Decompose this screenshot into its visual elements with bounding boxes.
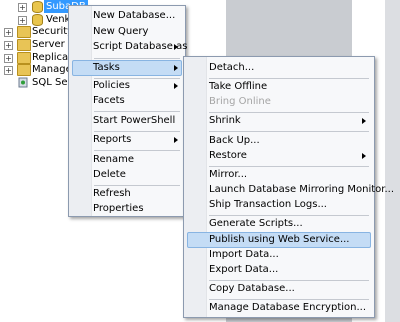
- menu-item-back-up[interactable]: Back Up...: [187, 133, 371, 149]
- database-context-menu: New Database... New Query Script Databas…: [68, 5, 187, 217]
- menu-item-label: Generate Scripts...: [209, 218, 303, 229]
- menu-item-label: Restore: [209, 150, 247, 161]
- menu-item-label: Policies: [93, 80, 130, 91]
- menu-item-label: Take Offline: [209, 81, 268, 92]
- menu-item-label: Export Data...: [209, 264, 279, 275]
- tree-node-label[interactable]: Security: [32, 25, 73, 38]
- menu-item-copy-database[interactable]: Copy Database...: [187, 281, 371, 297]
- menu-separator: [94, 150, 180, 151]
- menu-item-reports[interactable]: Reports: [72, 132, 182, 148]
- menu-item-label: Tasks: [93, 62, 120, 73]
- menu-item-label: Reports: [93, 134, 132, 145]
- menu-item-export-data[interactable]: Export Data...: [187, 262, 371, 278]
- menu-item-refresh[interactable]: Refresh: [72, 186, 182, 202]
- menu-separator: [209, 131, 369, 132]
- submenu-arrow-icon: [362, 118, 366, 124]
- menu-item-policies[interactable]: Policies: [72, 78, 182, 94]
- menu-item-restore[interactable]: Restore: [187, 148, 371, 164]
- menu-item-label: Bring Online: [209, 96, 271, 107]
- menu-item-manage-database-encryption[interactable]: Manage Database Encryption...: [187, 300, 371, 316]
- menu-item-label: New Database...: [93, 10, 176, 21]
- expand-icon[interactable]: +: [18, 3, 27, 12]
- expand-icon[interactable]: +: [4, 66, 13, 75]
- menu-item-import-data[interactable]: Import Data...: [187, 247, 371, 263]
- menu-item-label: Manage Database Encryption...: [209, 302, 367, 313]
- menu-item-bring-online: Bring Online: [187, 94, 371, 110]
- menu-item-delete[interactable]: Delete: [72, 167, 182, 183]
- menu-item-ship-transaction-logs[interactable]: Ship Transaction Logs...: [187, 197, 371, 213]
- submenu-arrow-icon: [362, 153, 366, 159]
- folder-icon: [17, 26, 31, 38]
- menu-item-publish-using-web-service[interactable]: Publish using Web Service...: [187, 232, 371, 248]
- menu-item-start-powershell[interactable]: Start PowerShell: [72, 113, 182, 129]
- expand-icon[interactable]: +: [4, 41, 13, 50]
- menu-item-label: Rename: [93, 154, 135, 165]
- menu-item-label: Start PowerShell: [93, 115, 176, 126]
- menu-item-label: Delete: [93, 169, 126, 180]
- database-icon: [32, 1, 43, 13]
- menu-item-label: Shrink: [209, 115, 241, 126]
- submenu-arrow-icon: [174, 137, 178, 143]
- menu-item-script-database-as[interactable]: Script Database as: [72, 39, 187, 55]
- expand-icon[interactable]: +: [18, 16, 27, 25]
- menu-item-label: Import Data...: [209, 249, 279, 260]
- menu-item-facets[interactable]: Facets: [72, 93, 182, 109]
- menu-separator: [94, 111, 180, 112]
- menu-item-new-database[interactable]: New Database...: [72, 8, 182, 24]
- menu-item-rename[interactable]: Rename: [72, 152, 182, 168]
- menu-item-new-query[interactable]: New Query: [72, 24, 182, 40]
- folder-icon: [17, 39, 31, 51]
- menu-item-shrink[interactable]: Shrink: [187, 113, 371, 129]
- menu-item-label: Detach...: [209, 62, 255, 73]
- expand-icon[interactable]: +: [4, 54, 13, 63]
- document-pane-scrollbar[interactable]: [385, 0, 400, 322]
- menu-item-generate-scripts[interactable]: Generate Scripts...: [187, 216, 371, 232]
- submenu-arrow-icon: [174, 65, 178, 71]
- menu-item-label: Mirror...: [209, 169, 248, 180]
- expand-icon[interactable]: +: [4, 28, 13, 37]
- submenu-arrow-icon: [174, 44, 178, 50]
- menu-item-label: Properties: [93, 203, 144, 214]
- tasks-submenu: Detach... Take Offline Bring Online Shri…: [183, 56, 394, 318]
- menu-item-mirror[interactable]: Mirror...: [187, 167, 371, 183]
- menu-item-label: Facets: [93, 95, 125, 106]
- menu-item-label: Refresh: [93, 188, 131, 199]
- menu-item-label: Copy Database...: [209, 283, 295, 294]
- sql-server-agent-icon: [18, 77, 28, 88]
- menu-item-properties[interactable]: Properties: [72, 201, 182, 217]
- menu-item-label: New Query: [93, 26, 149, 37]
- folder-icon: [17, 64, 31, 76]
- submenu-arrow-icon: [174, 83, 178, 89]
- menu-item-launch-mirroring-monitor[interactable]: Launch Database Mirroring Monitor...: [187, 182, 394, 198]
- menu-item-label: Back Up...: [209, 135, 260, 146]
- menu-item-detach[interactable]: Detach...: [187, 60, 371, 76]
- menu-item-take-offline[interactable]: Take Offline: [187, 79, 371, 95]
- menu-item-tasks[interactable]: Tasks: [72, 60, 182, 76]
- menu-item-label: Launch Database Mirroring Monitor...: [209, 184, 395, 195]
- menu-item-label: Ship Transaction Logs...: [209, 199, 327, 210]
- menu-item-label: Publish using Web Service...: [209, 234, 350, 245]
- menu-separator: [94, 58, 180, 59]
